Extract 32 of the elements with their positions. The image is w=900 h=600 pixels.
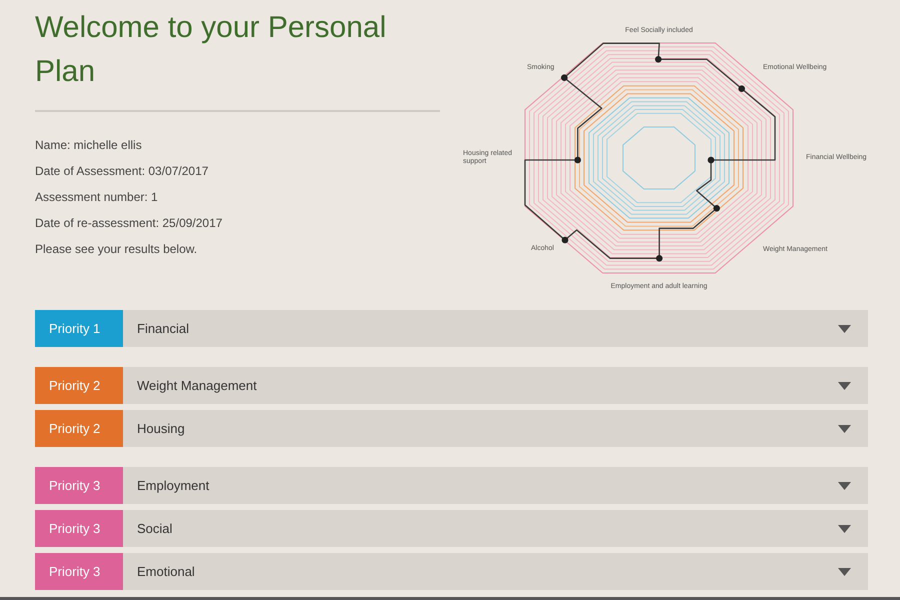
chart-point (738, 85, 745, 92)
caret-icon (838, 324, 851, 332)
chart-point (713, 205, 720, 212)
chart-point (708, 156, 714, 164)
detail-text: Date of re-assessment: 25/09/2017 (35, 215, 222, 232)
caret-icon (838, 524, 851, 532)
caret-icon (838, 382, 851, 390)
caret-icon (838, 568, 851, 576)
accordion-header[interactable]: Priority 3 Employment (35, 467, 868, 504)
chart-point (574, 156, 581, 164)
detail-text: Please see your results below. (35, 241, 198, 258)
caret-icon (838, 424, 851, 432)
accordion-header[interactable]: Priority 1 Financial (35, 310, 868, 347)
detail-text: Name: michelle ellis (35, 137, 142, 154)
accordion-header[interactable]: Priority 3 Emotional (35, 553, 868, 590)
chart-point (561, 74, 568, 81)
priority-badge: Priority 2 (35, 410, 123, 447)
accordion-header[interactable]: Priority 3 Social (35, 510, 868, 547)
priority-badge: Priority 1 (35, 310, 123, 347)
accordion-header[interactable]: Priority 2 Weight Management (35, 367, 868, 404)
detail-text: Assessment number: 1 (35, 189, 158, 206)
priority-badge: Priority 3 (35, 510, 123, 547)
priority-badge: Priority 3 (35, 467, 123, 504)
detail-text: Date of Assessment: 03/07/2017 (35, 163, 208, 180)
priority-badge: Priority 2 (35, 367, 123, 404)
accordion-header[interactable]: Priority 2 Housing (35, 410, 868, 447)
chart-point (656, 255, 663, 262)
caret-icon (838, 482, 851, 490)
page-title: Welcome to your Personal Plan (35, 10, 388, 90)
priority-badge: Priority 3 (35, 553, 123, 590)
chart-point (655, 56, 662, 63)
chart-point (562, 236, 568, 244)
